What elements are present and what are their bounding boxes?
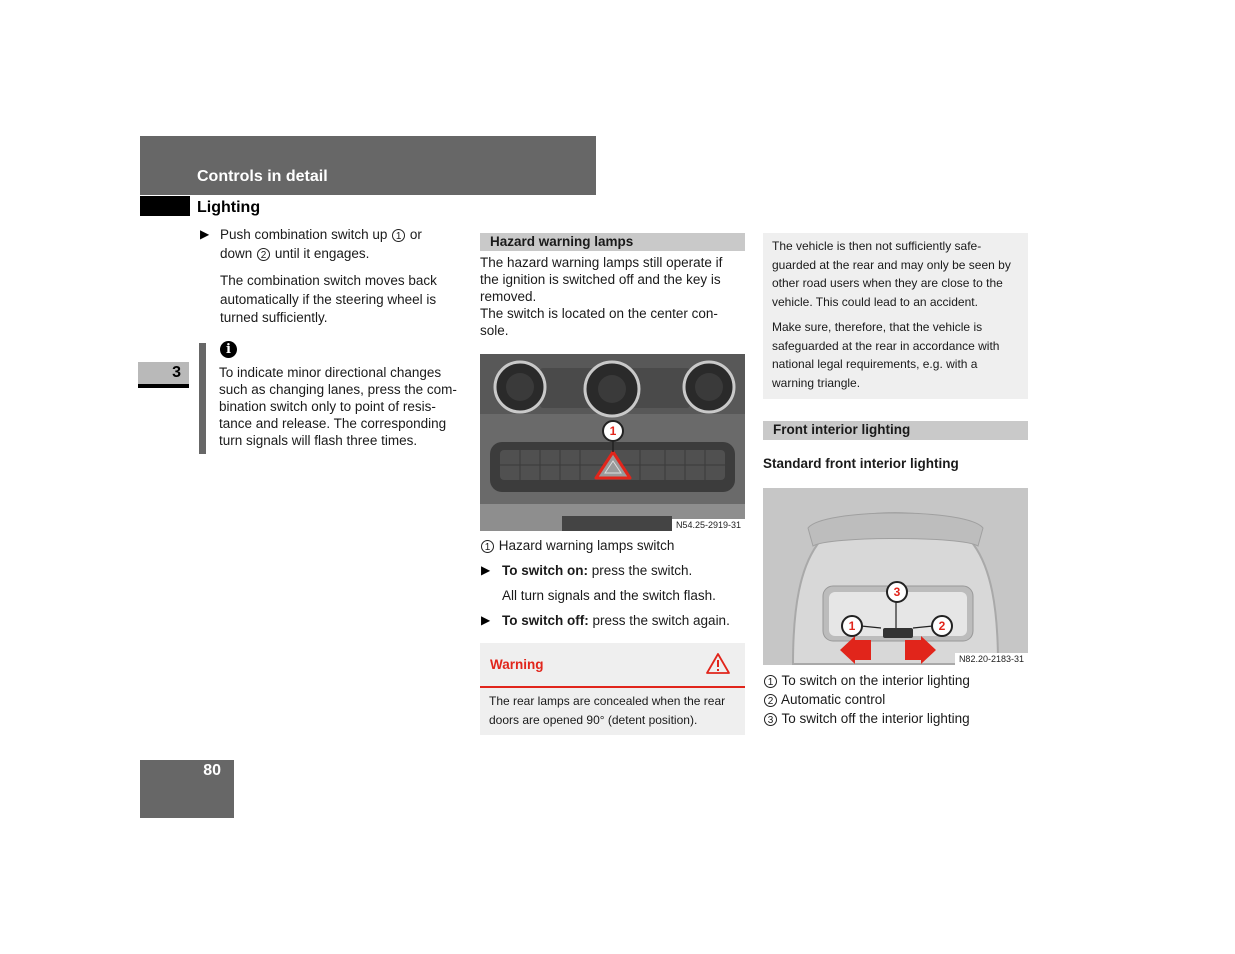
warning-line: guarded at the rear and may only be seen… bbox=[772, 257, 1011, 272]
step-switch-on-note: All turn signals and the switch flash. bbox=[502, 588, 716, 603]
note-line: The combination switch moves back bbox=[220, 273, 437, 288]
step-text: down bbox=[220, 246, 253, 261]
warning-line: warning triangle. bbox=[772, 375, 861, 390]
step-bullet-icon: ▶ bbox=[481, 613, 491, 627]
info-sidebar-bar bbox=[199, 343, 206, 454]
intro-line: The hazard warning lamps still operate i… bbox=[480, 255, 723, 270]
warning-continued-para-1: The vehicle is then not sufficiently saf… bbox=[772, 237, 1022, 311]
legend-callout-3: 3 bbox=[764, 713, 777, 726]
heading-front-interior-lighting: Front interior lighting bbox=[763, 421, 1028, 440]
intro-line: the ignition is switched off and the key… bbox=[480, 272, 721, 287]
legend-callout-1: 1 bbox=[764, 675, 777, 688]
section-title: Lighting bbox=[197, 199, 261, 216]
step-label: To switch off: bbox=[502, 613, 589, 628]
legend-callout-2: 2 bbox=[764, 694, 777, 707]
figure-callout-3: 3 bbox=[886, 581, 908, 603]
legend-text: To switch off the interior lighting bbox=[781, 711, 970, 726]
warning-line: The vehicle is then not sufficiently saf… bbox=[772, 239, 982, 253]
legend-item: 2 Automatic control bbox=[763, 690, 1028, 709]
legend-callout-1: 1 bbox=[481, 540, 494, 553]
step-switch-on: To switch on: press the switch. bbox=[502, 562, 747, 579]
warning-line: vehicle. This could lead to an accident. bbox=[772, 294, 978, 309]
chapter-tab-underline bbox=[138, 384, 189, 388]
info-line: To indicate minor directional changes bbox=[219, 365, 442, 380]
step-text: press the switch. bbox=[588, 563, 693, 578]
note-line: automatically if the steering wheel is bbox=[220, 291, 437, 307]
interior-lighting-figure: 3 1 2 N82.20-2183-31 bbox=[763, 488, 1028, 665]
chapter-header-band bbox=[140, 136, 596, 195]
legend-text: To switch on the interior lighting bbox=[781, 673, 970, 688]
step-switch-off: To switch off: press the switch again. bbox=[502, 612, 747, 629]
info-icon: i bbox=[220, 341, 237, 358]
warning-divider bbox=[480, 686, 745, 688]
callout-1: 1 bbox=[392, 229, 406, 242]
chapter-title: Controls in detail bbox=[197, 168, 328, 185]
step-bullet-icon: ▶ bbox=[200, 227, 210, 241]
legend-item: 3 To switch off the interior lighting bbox=[763, 709, 1028, 728]
step-text: Push combination switch up bbox=[220, 227, 388, 242]
warning-line: safeguarded at the rear in accordance wi… bbox=[772, 338, 1000, 353]
hazard-switch-figure: 1 N54.25-2919-31 bbox=[480, 354, 745, 531]
hazard-intro: The hazard warning lamps still operate i… bbox=[480, 254, 745, 339]
legend-item: 1 To switch on the interior lighting bbox=[763, 671, 1028, 690]
figure-callout-1: 1 bbox=[841, 615, 863, 637]
step-label: To switch on: bbox=[502, 563, 588, 578]
interior-lighting-legend: 1 To switch on the interior lighting 2 A… bbox=[763, 671, 1028, 728]
overhead-light-illustration bbox=[763, 488, 1028, 665]
warning-line: doors are opened 90° (detent position). bbox=[489, 713, 698, 727]
info-line: tance and release. The corresponding bbox=[219, 416, 447, 431]
step-bullet-icon: ▶ bbox=[481, 563, 491, 577]
warning-line: Make sure, therefore, that the vehicle i… bbox=[772, 320, 983, 334]
step-text: press the switch again. bbox=[588, 613, 730, 628]
intro-line: The switch is located on the center con- bbox=[480, 306, 718, 321]
step-combination-switch: Push combination switch up 1 or down 2 u… bbox=[220, 226, 470, 262]
info-line: such as changing lanes, press the com- bbox=[219, 382, 457, 397]
figure-callout-2: 2 bbox=[931, 615, 953, 637]
warning-line: other road users when they are close to … bbox=[772, 276, 1003, 291]
intro-line: removed. bbox=[480, 289, 537, 304]
step-text: until it engages. bbox=[274, 246, 370, 261]
note-line: turned sufficiently. bbox=[220, 310, 328, 325]
step-note: The combination switch moves back automa… bbox=[220, 272, 470, 328]
subheading-standard-front-interior-lighting: Standard front interior lighting bbox=[763, 456, 959, 471]
figure-code: N54.25-2919-31 bbox=[671, 519, 745, 531]
warning-triangle-icon bbox=[706, 653, 730, 674]
step-text: or bbox=[409, 227, 422, 242]
legend-text: Automatic control bbox=[781, 692, 886, 707]
page-number: 80 bbox=[203, 762, 221, 779]
warning-title: Warning bbox=[490, 657, 544, 672]
warning-line: national legal requirements, e.g. with a bbox=[772, 357, 978, 372]
chapter-number: 3 bbox=[172, 364, 181, 381]
figure-code: N82.20-2183-31 bbox=[954, 653, 1028, 665]
center-console-illustration bbox=[480, 354, 745, 531]
info-note: To indicate minor directional changes su… bbox=[219, 364, 469, 449]
heading-hazard-warning-lamps: Hazard warning lamps bbox=[480, 233, 745, 251]
hazard-legend-item: 1 Hazard warning lamps switch bbox=[480, 537, 745, 554]
warning-line: The rear lamps are concealed when the re… bbox=[489, 694, 726, 708]
warning-continued-para-2: Make sure, therefore, that the vehicle i… bbox=[772, 318, 1022, 392]
intro-line: sole. bbox=[480, 323, 509, 338]
callout-2: 2 bbox=[257, 248, 271, 261]
info-line: turn signals will flash three times. bbox=[219, 433, 418, 448]
info-line: bination switch only to point of resis- bbox=[219, 399, 436, 414]
warning-text: The rear lamps are concealed when the re… bbox=[489, 692, 741, 730]
legend-text: Hazard warning lamps switch bbox=[498, 538, 675, 553]
section-marker bbox=[140, 196, 190, 216]
figure-callout-1: 1 bbox=[602, 420, 624, 442]
